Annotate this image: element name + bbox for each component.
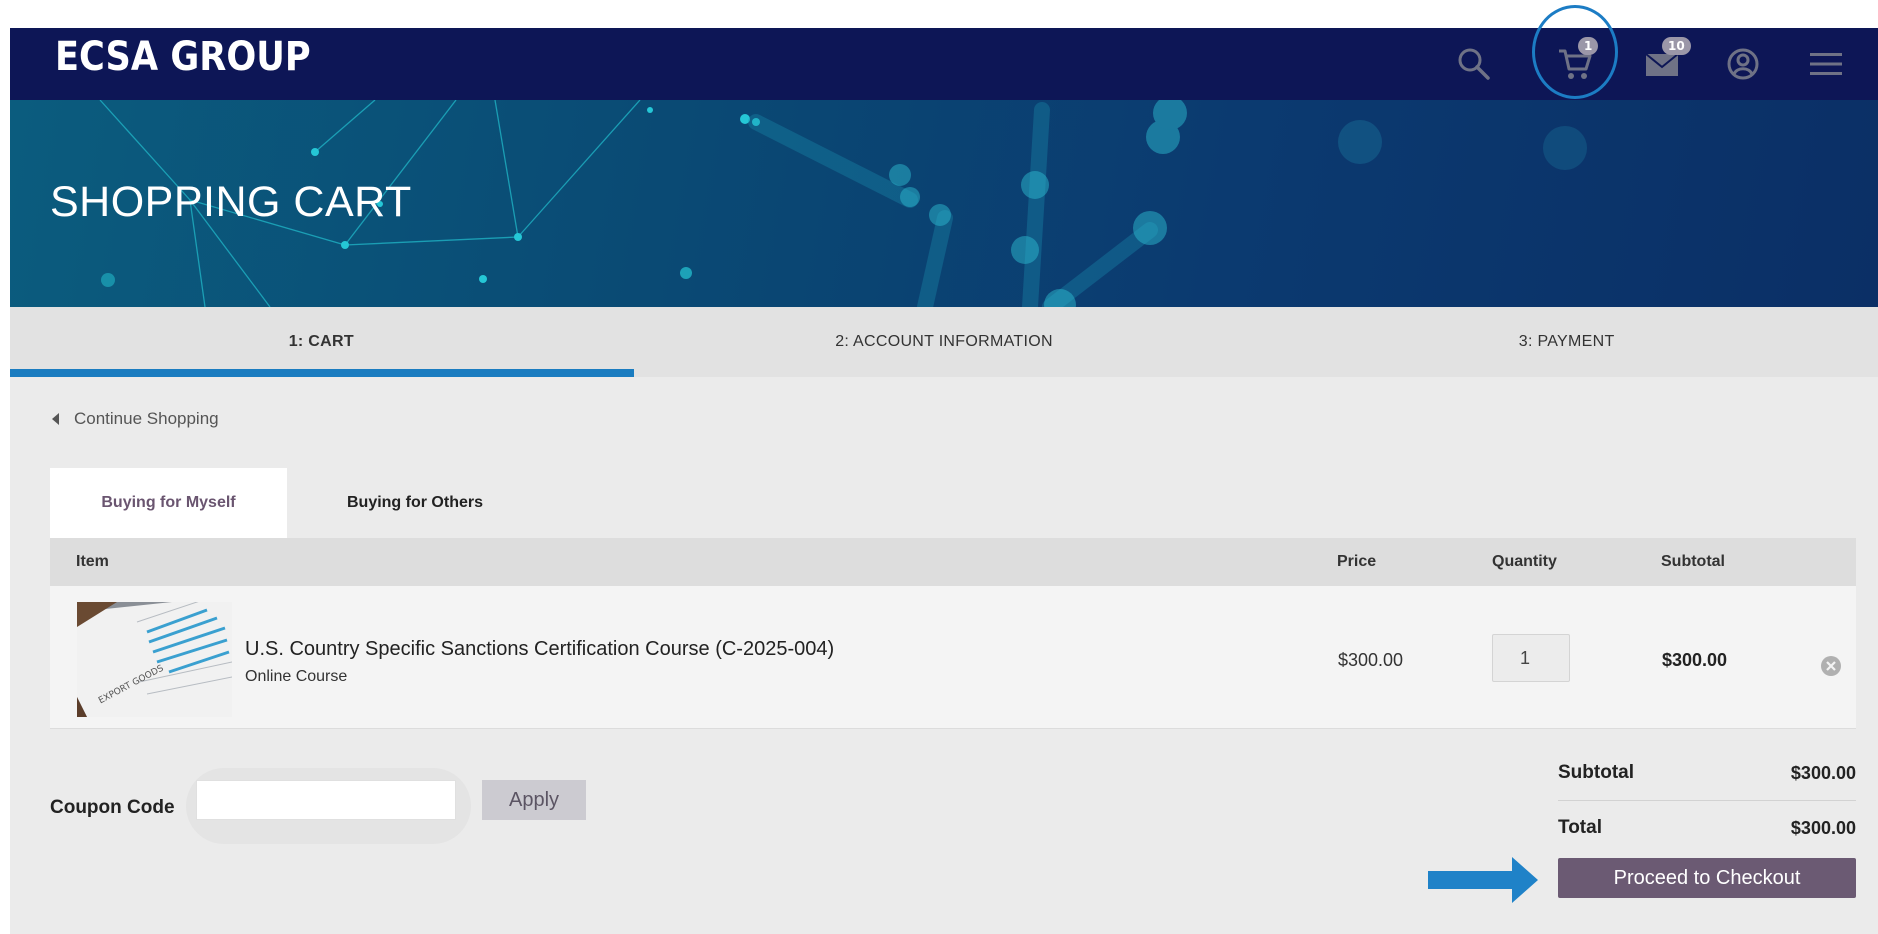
total-value: $300.00 <box>1790 818 1856 838</box>
messages-button[interactable]: 10 <box>1632 28 1692 100</box>
item-title[interactable]: U.S. Country Specific Sanctions Certific… <box>245 638 834 661</box>
continue-shopping-label: Continue Shopping <box>74 409 219 428</box>
total-label: Total <box>1558 817 1602 838</box>
proceed-to-checkout-button[interactable]: Proceed to Checkout <box>1558 858 1856 898</box>
coupon-code-input[interactable] <box>196 780 456 820</box>
step-payment[interactable]: 3: PAYMENT <box>1255 307 1878 377</box>
header-quantity: Quantity <box>1492 553 1557 570</box>
tab-buying-for-myself[interactable]: Buying for Myself <box>50 468 287 538</box>
subtotal-label: Subtotal <box>1558 762 1634 783</box>
quantity-field[interactable]: 1 <box>1492 634 1570 682</box>
table-row: EXPORT GOODS U.S. Country Specific Sanct… <box>50 586 1856 729</box>
page: ECSA GROUP 1 10 SHOPPING CART 1: CART 2:… <box>10 5 1878 934</box>
item-subtotal: $300.00 <box>1662 650 1728 670</box>
item-type: Online Course <box>245 668 348 685</box>
coupon-code-label: Coupon Code <box>50 797 175 818</box>
header-item: Item <box>76 553 109 570</box>
page-title: SHOPPING CART <box>50 178 412 226</box>
account-icon <box>1727 48 1759 80</box>
checkout-steps: 1: CART 2: ACCOUNT INFORMATION 3: PAYMEN… <box>10 307 1878 377</box>
logo[interactable]: ECSA GROUP <box>55 34 311 80</box>
subtotal-value: $300.00 <box>1790 763 1856 783</box>
mail-count-badge: 10 <box>1662 37 1691 55</box>
search-icon <box>1458 48 1490 80</box>
apply-coupon-button[interactable]: Apply <box>482 780 586 820</box>
step-cart[interactable]: 1: CART <box>10 307 633 377</box>
account-button[interactable] <box>1713 28 1773 100</box>
header-price: Price <box>1337 553 1377 570</box>
menu-button[interactable] <box>1796 28 1856 100</box>
menu-icon <box>1810 53 1842 75</box>
continue-shopping-link[interactable]: Continue Shopping <box>52 409 219 429</box>
header-subtotal: Subtotal <box>1661 553 1725 570</box>
arrow-right-icon <box>1428 857 1538 903</box>
item-price: $300.00 <box>1338 650 1404 670</box>
step-account-information[interactable]: 2: ACCOUNT INFORMATION <box>633 307 1256 377</box>
caret-left-icon <box>52 413 59 425</box>
totals-divider <box>1558 800 1856 801</box>
remove-item-icon[interactable] <box>1820 655 1842 677</box>
course-thumbnail: EXPORT GOODS <box>77 602 232 717</box>
tab-buying-for-others[interactable]: Buying for Others <box>290 468 540 538</box>
cart-highlight-circle <box>1532 5 1618 99</box>
top-nav: ECSA GROUP 1 10 <box>10 5 1878 100</box>
cart-table-header: Item Price Quantity Subtotal <box>50 538 1856 586</box>
search-button[interactable] <box>1444 28 1504 100</box>
step-progress-bar <box>10 369 634 377</box>
page-banner: SHOPPING CART <box>10 100 1878 307</box>
